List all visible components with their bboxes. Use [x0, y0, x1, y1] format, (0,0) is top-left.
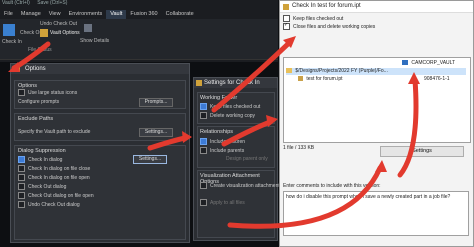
arrowhead — [375, 160, 387, 172]
arrowhead — [182, 131, 192, 143]
annotation-arrows — [8, 36, 420, 229]
arrowhead — [408, 72, 420, 84]
arrow-vault-options — [11, 41, 51, 71]
arrowhead — [8, 62, 20, 72]
arrow-include-children — [221, 119, 273, 147]
arrow-comment — [227, 165, 383, 229]
arrow-checkin-settings — [397, 77, 419, 178]
arrowhead — [266, 115, 278, 127]
arrow-settings — [147, 135, 188, 151]
arrow-keep-checked-out — [211, 39, 293, 113]
